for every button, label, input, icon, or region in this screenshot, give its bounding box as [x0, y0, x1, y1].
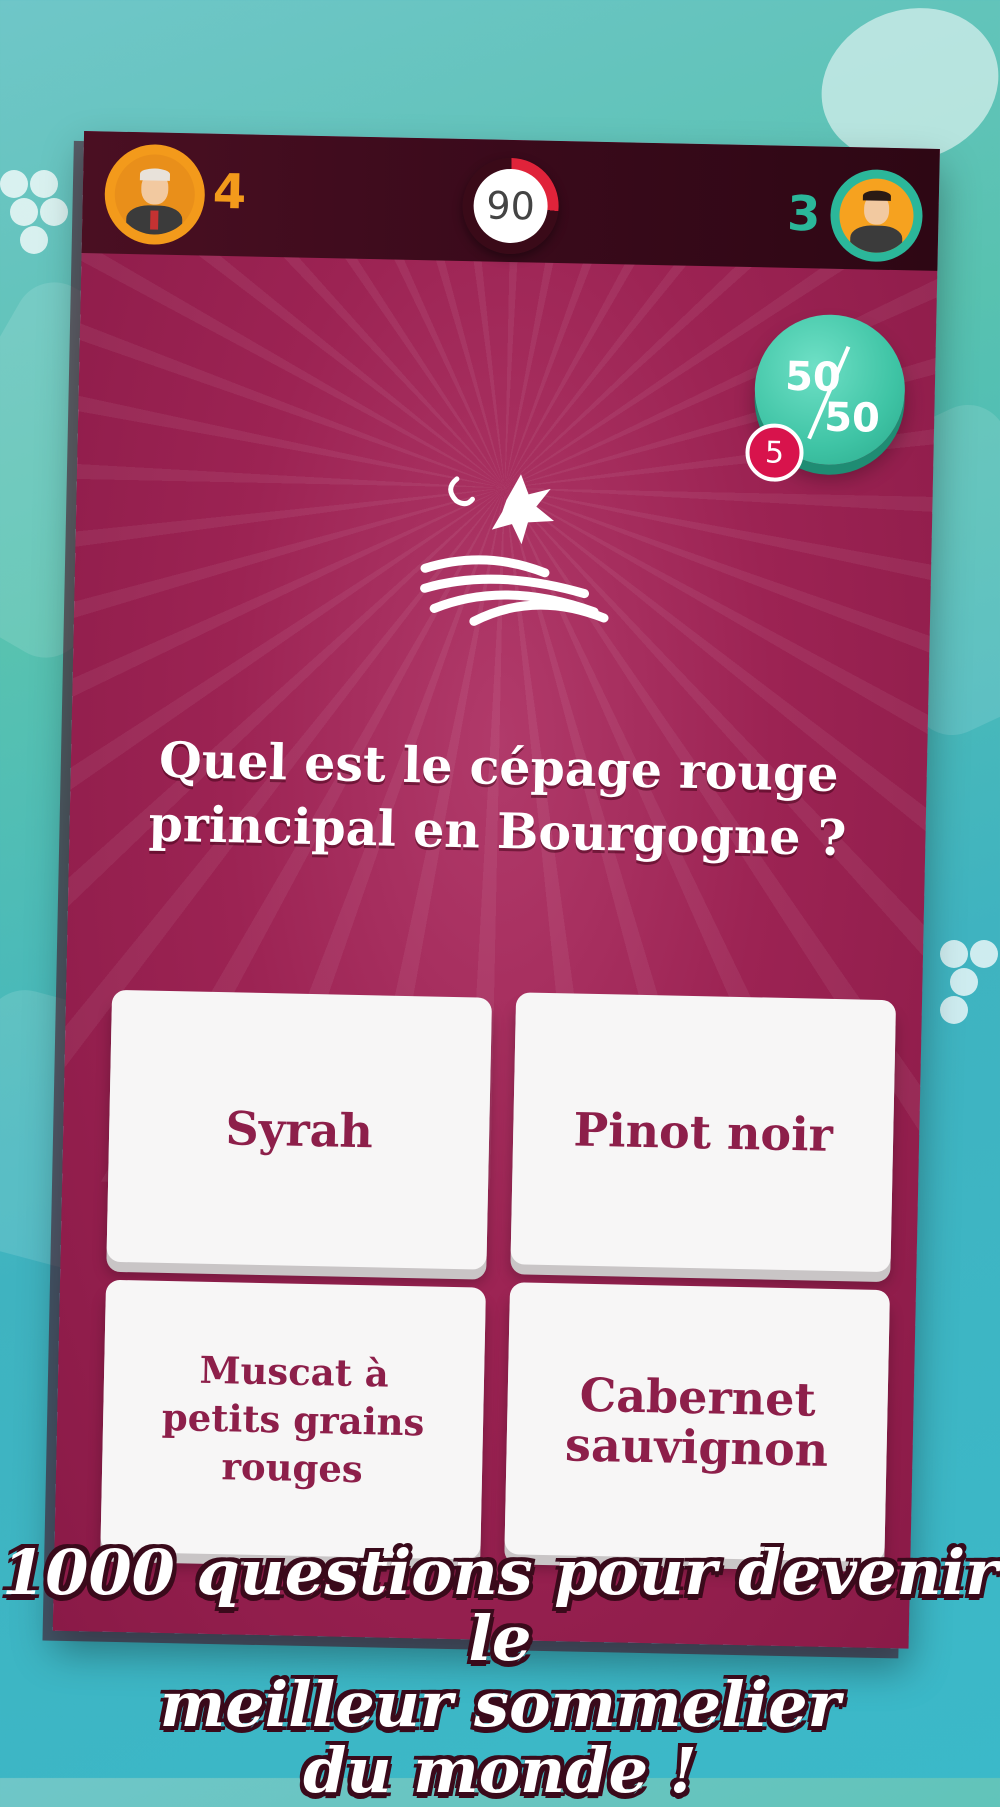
player2-score: 3: [786, 185, 822, 243]
player2-avatar: [829, 168, 924, 263]
question-text: Quel est le cépage rouge principal en Bo…: [148, 730, 847, 868]
fifty-label-bottom: 50: [823, 394, 881, 442]
grape-icon: [0, 170, 80, 290]
answer-label: Syrah: [224, 1101, 374, 1159]
vineyard-icon: [420, 474, 609, 626]
player1-score: 4: [212, 163, 247, 221]
answer-label: Pinot noir: [573, 1102, 834, 1162]
banner-line-2: meilleur sommelier: [159, 1668, 841, 1741]
answer-button-4[interactable]: Cabernet sauvignon: [504, 1282, 890, 1563]
banner-line-3: du monde !: [303, 1734, 697, 1807]
banner-line-1: 1000 questions pour devenir le: [2, 1536, 998, 1675]
timer-value: 90: [472, 168, 549, 244]
top-bar: 4 90 3: [81, 131, 940, 271]
player1-avatar: [103, 143, 206, 246]
grape-icon: [940, 940, 1000, 1060]
answer-button-3[interactable]: Muscat à petits grains rouges: [100, 1279, 486, 1560]
answer-label: Muscat à petits grains rouges: [161, 1347, 425, 1492]
timer: 90: [461, 156, 560, 255]
answer-button-2[interactable]: Pinot noir: [510, 992, 897, 1273]
promo-banner: 1000 questions pour devenir le meilleur …: [0, 1540, 1000, 1804]
answer-button-1[interactable]: Syrah: [106, 989, 493, 1270]
answer-label: Cabernet sauvignon: [564, 1367, 829, 1477]
quiz-card: 4 90 3 50 50 5 Quel est le cépage rouge …: [52, 131, 940, 1649]
